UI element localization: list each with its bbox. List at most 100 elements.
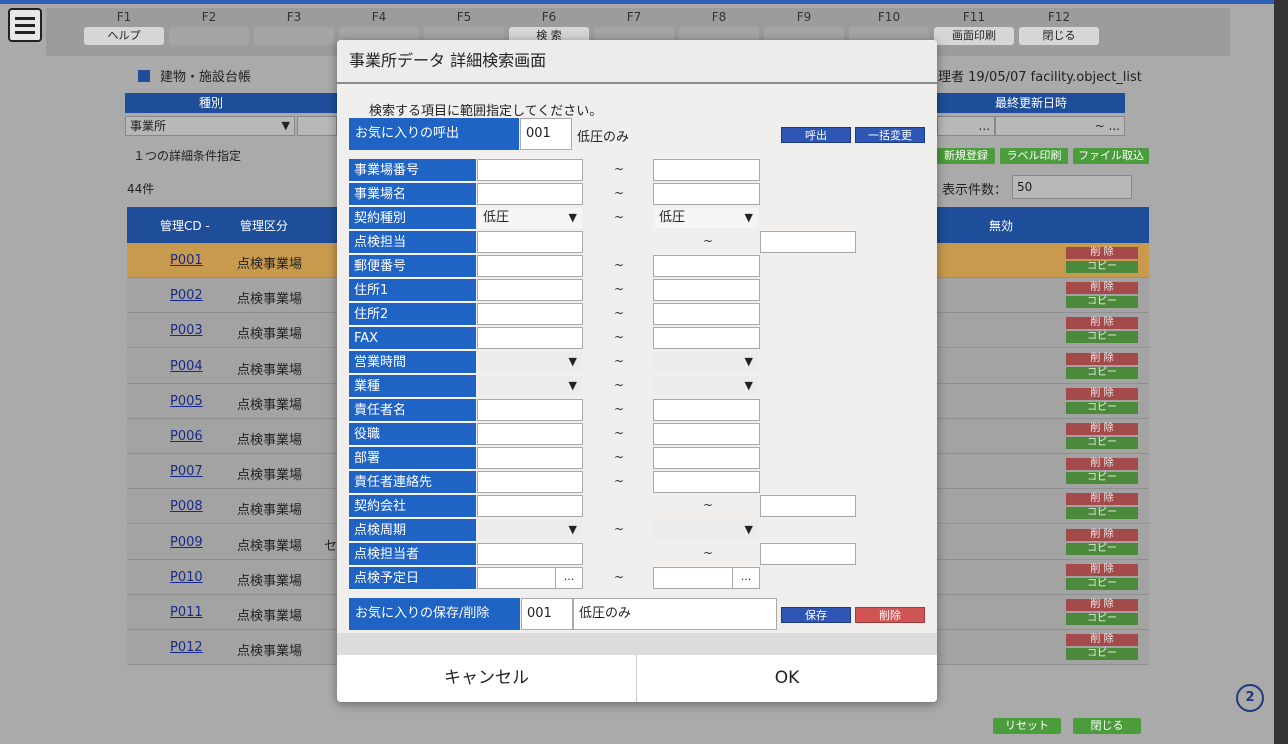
field-to-select[interactable]: ▼ <box>654 352 758 372</box>
fkey-label[interactable] <box>254 27 334 45</box>
field-from-input[interactable] <box>477 447 583 469</box>
field-from-input[interactable] <box>477 423 583 445</box>
updated-to-field[interactable]: ~ ... <box>995 116 1125 136</box>
field-from-input[interactable] <box>477 303 583 325</box>
col-code[interactable]: 管理CD - <box>160 217 210 234</box>
field-to-input[interactable] <box>653 303 760 325</box>
label-print-button[interactable]: ラベル印刷 <box>1000 148 1068 164</box>
save-button[interactable]: 保存 <box>781 607 851 623</box>
field-from-select[interactable]: ▼ <box>478 520 582 540</box>
field-from-input[interactable] <box>477 183 583 205</box>
row-code-link[interactable]: P011 <box>170 605 203 620</box>
row-delete-button[interactable]: 削 除 <box>1066 423 1138 435</box>
field-from-input[interactable] <box>477 399 583 421</box>
fkey-f1[interactable]: F1 ヘルプ <box>84 10 164 45</box>
row-copy-button[interactable]: コピー <box>1066 366 1138 379</box>
close-button[interactable]: 閉じる <box>1073 718 1141 734</box>
bulk-change-button[interactable]: 一括変更 <box>855 127 925 143</box>
row-code-link[interactable]: P005 <box>170 394 203 409</box>
row-code-link[interactable]: P007 <box>170 464 203 479</box>
field-from-select[interactable]: 低圧 ▼ <box>478 208 582 228</box>
field-to-input[interactable] <box>653 183 760 205</box>
row-copy-button[interactable]: コピー <box>1066 261 1138 273</box>
field-to-input[interactable] <box>653 399 760 421</box>
fav-call-number-input[interactable]: 001 <box>520 118 572 150</box>
row-copy-button[interactable]: コピー <box>1066 577 1138 590</box>
field-from-input[interactable] <box>477 543 583 565</box>
row-delete-button[interactable]: 削 除 <box>1066 282 1138 295</box>
fkey-f12[interactable]: F12 閉じる <box>1019 10 1099 45</box>
row-code-link[interactable]: P006 <box>170 429 203 444</box>
file-import-button[interactable]: ファイル取込 <box>1073 148 1149 164</box>
fkey-f2[interactable]: F2 <box>169 10 249 45</box>
date-from-input[interactable]: ... <box>477 567 583 589</box>
fav-save-number-input[interactable]: 001 <box>521 598 573 630</box>
fkey-label[interactable] <box>169 27 249 45</box>
date-to-input[interactable]: ... <box>653 567 760 589</box>
new-register-button[interactable]: 新規登録 <box>937 148 995 164</box>
date-picker-button[interactable]: ... <box>555 568 582 588</box>
display-count-input[interactable]: 50 <box>1012 175 1132 199</box>
row-copy-button[interactable]: コピー <box>1066 507 1138 520</box>
row-code-link[interactable]: P004 <box>170 359 203 374</box>
field-to-input[interactable] <box>760 495 856 517</box>
row-code-link[interactable]: P012 <box>170 640 203 655</box>
field-to-input[interactable] <box>653 255 760 277</box>
row-delete-button[interactable]: 削 除 <box>1066 247 1138 259</box>
field-to-input[interactable] <box>760 231 856 253</box>
row-delete-button[interactable]: 削 除 <box>1066 599 1138 611</box>
row-delete-button[interactable]: 削 除 <box>1066 634 1138 647</box>
field-to-input[interactable] <box>653 471 760 493</box>
fkey-label[interactable]: 閉じる <box>1019 27 1099 45</box>
row-delete-button[interactable]: 削 除 <box>1066 317 1138 330</box>
row-delete-button[interactable]: 削 除 <box>1066 528 1138 541</box>
field-to-input[interactable] <box>653 159 760 181</box>
row-copy-button[interactable]: コピー <box>1066 613 1138 625</box>
fkey-f3[interactable]: F3 <box>254 10 334 45</box>
field-from-select[interactable]: ▼ <box>478 376 582 396</box>
row-copy-button[interactable]: コピー <box>1066 472 1138 485</box>
field-to-select[interactable]: ▼ <box>654 376 758 396</box>
type-select[interactable]: 事業所 ▼ <box>125 116 295 136</box>
row-code-link[interactable]: P010 <box>170 570 203 585</box>
row-copy-button[interactable]: コピー <box>1066 437 1138 449</box>
field-from-input[interactable] <box>477 279 583 301</box>
row-copy-button[interactable]: コピー <box>1066 542 1138 555</box>
field-from-input[interactable] <box>477 159 583 181</box>
field-from-input[interactable] <box>477 231 583 253</box>
field-to-input[interactable] <box>653 327 760 349</box>
help-badge-icon[interactable]: 2 <box>1236 684 1264 712</box>
row-delete-button[interactable]: 削 除 <box>1066 458 1138 471</box>
fkey-label[interactable]: ヘルプ <box>84 27 164 45</box>
field-from-input[interactable] <box>477 495 583 517</box>
updated-from-field[interactable]: ... <box>937 116 995 136</box>
field-to-input[interactable] <box>653 447 760 469</box>
field-to-input[interactable] <box>653 279 760 301</box>
row-code-link[interactable]: P001 <box>170 253 203 268</box>
call-button[interactable]: 呼出 <box>781 127 851 143</box>
field-to-select[interactable]: 低圧 ▼ <box>654 208 758 228</box>
row-copy-button[interactable]: コピー <box>1066 331 1138 344</box>
field-to-input[interactable] <box>760 543 856 565</box>
row-copy-button[interactable]: コピー <box>1066 401 1138 414</box>
delete-favorite-button[interactable]: 削除 <box>855 607 925 623</box>
row-code-link[interactable]: P002 <box>170 288 203 303</box>
row-code-link[interactable]: P008 <box>170 499 203 514</box>
field-to-input[interactable] <box>653 423 760 445</box>
filter-field[interactable] <box>297 116 337 136</box>
row-code-link[interactable]: P009 <box>170 535 203 550</box>
row-delete-button[interactable]: 削 除 <box>1066 563 1138 576</box>
date-picker-button[interactable]: ... <box>732 568 759 588</box>
cancel-button[interactable]: キャンセル <box>337 655 637 702</box>
fav-save-name-input[interactable]: 低圧のみ <box>573 598 777 630</box>
field-from-input[interactable] <box>477 327 583 349</box>
row-copy-button[interactable]: コピー <box>1066 648 1138 661</box>
reset-button[interactable]: リセット <box>993 718 1061 734</box>
field-from-input[interactable] <box>477 255 583 277</box>
ok-button[interactable]: OK <box>637 655 937 702</box>
hamburger-menu-icon[interactable] <box>8 8 42 42</box>
row-delete-button[interactable]: 削 除 <box>1066 493 1138 506</box>
row-delete-button[interactable]: 削 除 <box>1066 387 1138 400</box>
field-to-select[interactable]: ▼ <box>654 520 758 540</box>
row-delete-button[interactable]: 削 除 <box>1066 352 1138 365</box>
